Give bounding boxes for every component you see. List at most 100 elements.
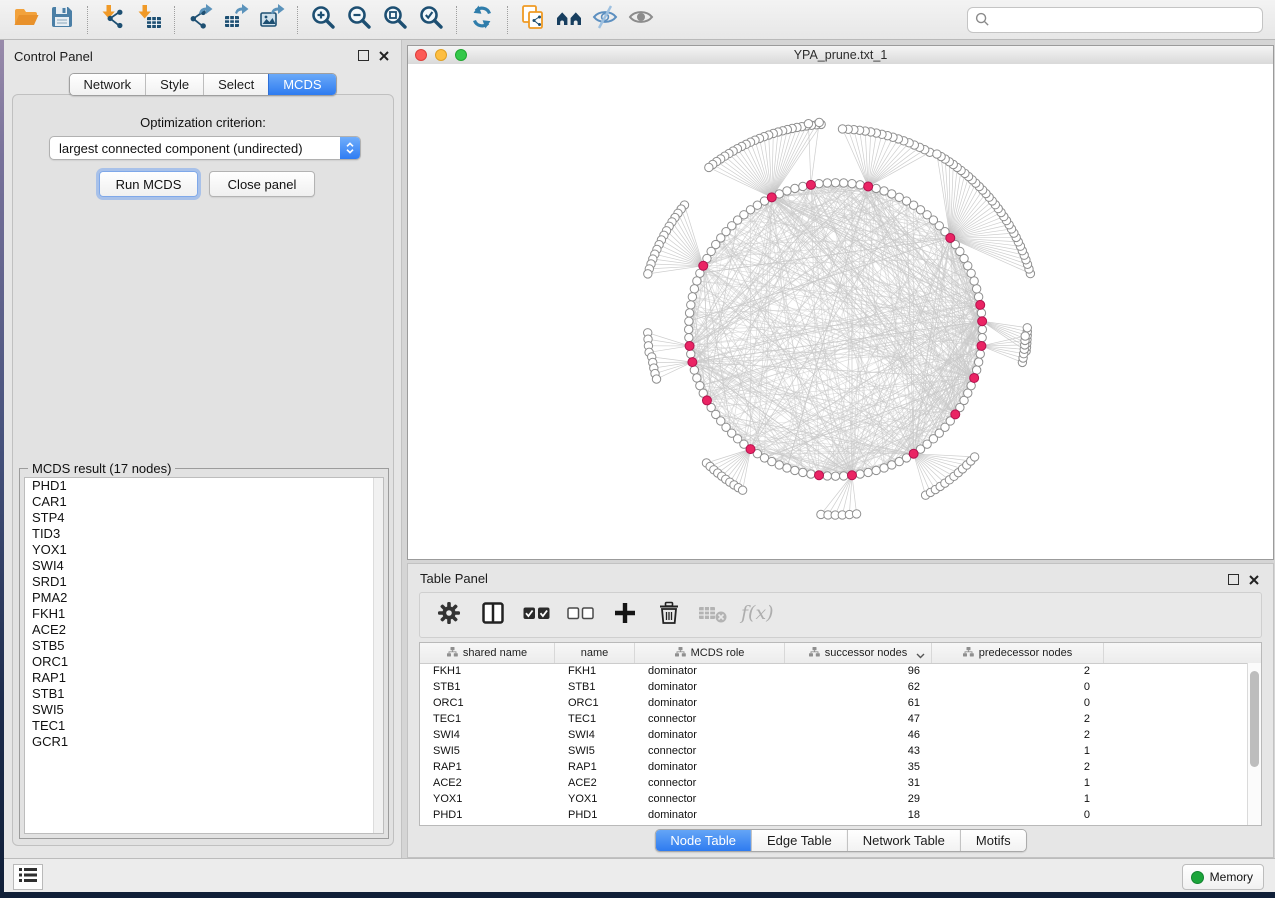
zoom-in-icon bbox=[310, 4, 336, 35]
table-scrollbar-thumb[interactable] bbox=[1250, 671, 1259, 767]
column-header-successor-nodes[interactable]: successor nodes bbox=[785, 643, 932, 663]
delete-column-button[interactable] bbox=[650, 597, 688, 633]
float-table-panel-icon[interactable] bbox=[1228, 574, 1239, 585]
table-row[interactable]: YOX1YOX1connector291 bbox=[420, 791, 1248, 807]
split-panel-button[interactable] bbox=[474, 597, 512, 633]
network-window-titlebar[interactable]: YPA_prune.txt_1 bbox=[408, 46, 1273, 65]
column-label: predecessor nodes bbox=[979, 647, 1073, 659]
import-network-button[interactable] bbox=[95, 3, 131, 37]
table-row[interactable]: ACE2ACE2connector311 bbox=[420, 775, 1248, 791]
table-row[interactable]: FKH1FKH1dominator962 bbox=[420, 663, 1248, 679]
close-panel-button[interactable]: Close panel bbox=[209, 171, 315, 197]
column-label: MCDS role bbox=[691, 647, 745, 659]
mcds-result-node[interactable]: GCR1 bbox=[25, 734, 383, 750]
show-all-button[interactable] bbox=[623, 3, 659, 37]
import-table-button[interactable] bbox=[131, 3, 167, 37]
import-table-icon bbox=[136, 4, 162, 35]
close-table-panel-icon[interactable] bbox=[1249, 575, 1259, 585]
mcds-result-node[interactable]: STB5 bbox=[25, 638, 383, 654]
close-panel-icon[interactable] bbox=[379, 51, 389, 61]
mcds-result-node[interactable]: CAR1 bbox=[25, 494, 383, 510]
mcds-result-node[interactable]: RAP1 bbox=[25, 670, 383, 686]
mcds-result-node[interactable]: TID3 bbox=[25, 526, 383, 542]
mcds-result-list[interactable]: PHD1CAR1STP4TID3YOX1SWI4SRD1PMA2FKH1ACE2… bbox=[24, 477, 384, 834]
tab-style[interactable]: Style bbox=[145, 74, 203, 95]
control-panel-title: Control Panel bbox=[14, 49, 93, 64]
column-header-predecessor-nodes[interactable]: predecessor nodes bbox=[932, 643, 1104, 663]
table-cell: FKH1 bbox=[555, 665, 635, 677]
table-row[interactable]: ORC1ORC1dominator610 bbox=[420, 695, 1248, 711]
mcds-result-node[interactable]: PHD1 bbox=[25, 478, 383, 494]
table-row[interactable]: PHD1PHD1dominator180 bbox=[420, 807, 1248, 823]
hide-selected-icon bbox=[592, 4, 618, 35]
export-network-icon bbox=[187, 4, 213, 35]
tab-network[interactable]: Network bbox=[69, 74, 145, 95]
zoom-fit-icon bbox=[382, 4, 408, 35]
tab-mcds[interactable]: MCDS bbox=[268, 74, 335, 95]
float-panel-icon[interactable] bbox=[358, 50, 369, 61]
table-cell: 43 bbox=[785, 745, 932, 757]
tab-motifs[interactable]: Motifs bbox=[960, 830, 1026, 851]
mcds-result-scrollbar[interactable] bbox=[373, 478, 383, 833]
clone-network-button[interactable] bbox=[515, 3, 551, 37]
mcds-result-node[interactable]: YOX1 bbox=[25, 542, 383, 558]
find-network-button[interactable] bbox=[551, 3, 587, 37]
toolbar-group bbox=[464, 3, 500, 37]
tab-network-table[interactable]: Network Table bbox=[847, 830, 960, 851]
save-session-button[interactable] bbox=[44, 3, 80, 37]
tab-edge-table[interactable]: Edge Table bbox=[751, 830, 847, 851]
toolbar-separator bbox=[297, 6, 298, 34]
table-row[interactable]: SWI5SWI5connector431 bbox=[420, 743, 1248, 759]
mcds-result-node[interactable]: TEC1 bbox=[25, 718, 383, 734]
mcds-result-node[interactable]: STB1 bbox=[25, 686, 383, 702]
open-file-button[interactable] bbox=[8, 3, 44, 37]
table-cell: 0 bbox=[932, 809, 1104, 821]
zoom-fit-button[interactable] bbox=[377, 3, 413, 37]
column-header-MCDS-role[interactable]: MCDS role bbox=[635, 643, 785, 663]
tab-select[interactable]: Select bbox=[203, 74, 268, 95]
mcds-result-node[interactable]: SWI5 bbox=[25, 702, 383, 718]
optimization-criterion-select[interactable]: largest connected component (undirected) bbox=[49, 136, 361, 160]
tab-node-table[interactable]: Node Table bbox=[655, 830, 751, 851]
task-history-button[interactable] bbox=[13, 864, 43, 890]
table-row[interactable]: TEC1TEC1connector472 bbox=[420, 711, 1248, 727]
column-header-shared-name[interactable]: shared name bbox=[420, 643, 555, 663]
table-cell: 2 bbox=[932, 713, 1104, 725]
network-canvas[interactable] bbox=[408, 64, 1273, 559]
export-table-button[interactable] bbox=[218, 3, 254, 37]
table-row[interactable]: STB1STB1dominator620 bbox=[420, 679, 1248, 695]
mcds-result-node[interactable]: SWI4 bbox=[25, 558, 383, 574]
mcds-result-node[interactable]: SRD1 bbox=[25, 574, 383, 590]
mcds-result-node[interactable]: STP4 bbox=[25, 510, 383, 526]
run-mcds-label: Run MCDS bbox=[116, 177, 182, 192]
export-image-icon bbox=[259, 4, 285, 35]
table-row[interactable]: RAP1RAP1dominator352 bbox=[420, 759, 1248, 775]
zoom-out-button[interactable] bbox=[341, 3, 377, 37]
column-header-name[interactable]: name bbox=[555, 643, 635, 663]
status-bar: Memory bbox=[4, 858, 1275, 892]
column-settings-button[interactable] bbox=[430, 597, 468, 633]
mcds-result-node[interactable]: FKH1 bbox=[25, 606, 383, 622]
deselect-all-button[interactable] bbox=[562, 597, 600, 633]
add-column-button[interactable] bbox=[606, 597, 644, 633]
table-cell: 0 bbox=[932, 697, 1104, 709]
export-network-button[interactable] bbox=[182, 3, 218, 37]
hide-selected-button[interactable] bbox=[587, 3, 623, 37]
mcds-result-node[interactable]: ACE2 bbox=[25, 622, 383, 638]
mcds-result-node[interactable]: PMA2 bbox=[25, 590, 383, 606]
memory-button[interactable]: Memory bbox=[1182, 864, 1264, 890]
search-input[interactable] bbox=[967, 7, 1263, 33]
zoom-selected-button[interactable] bbox=[413, 3, 449, 37]
table-scrollbar[interactable] bbox=[1247, 663, 1261, 825]
refresh-view-button[interactable] bbox=[464, 3, 500, 37]
zoom-in-button[interactable] bbox=[305, 3, 341, 37]
run-mcds-button[interactable]: Run MCDS bbox=[99, 171, 198, 197]
column-settings-icon bbox=[436, 600, 462, 631]
control-panel-window-icons bbox=[358, 50, 389, 61]
toolbar-group bbox=[515, 3, 659, 37]
select-all-button[interactable] bbox=[518, 597, 556, 633]
table-row[interactable]: SWI4SWI4dominator462 bbox=[420, 727, 1248, 743]
export-image-button[interactable] bbox=[254, 3, 290, 37]
open-file-icon bbox=[13, 4, 39, 35]
mcds-result-node[interactable]: ORC1 bbox=[25, 654, 383, 670]
